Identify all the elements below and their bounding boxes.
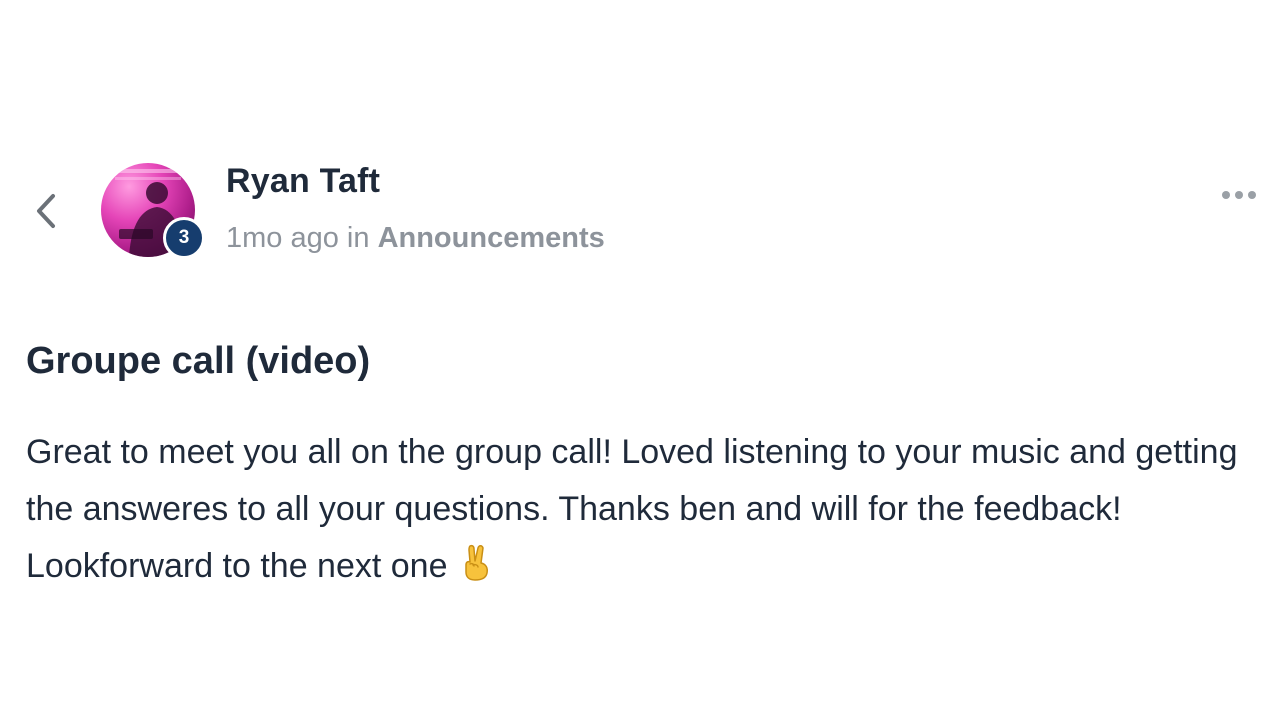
post-meta: 1mo ago in Announcements	[226, 222, 605, 255]
chevron-left-icon	[37, 194, 55, 228]
victory-hand-icon	[461, 542, 491, 599]
more-horizontal-icon	[1222, 191, 1230, 199]
post-time: 1mo ago	[226, 222, 339, 254]
meta-in-word: in	[346, 222, 370, 254]
category-link[interactable]: Announcements	[378, 222, 605, 254]
author-avatar-group[interactable]: 3	[101, 163, 211, 263]
back-button[interactable]	[28, 190, 64, 232]
post-title: Groupe call (video)	[26, 340, 371, 382]
author-name[interactable]: Ryan Taft	[226, 162, 380, 201]
post-body-text: Great to meet you all on the group call!…	[26, 433, 1238, 585]
more-options-button[interactable]	[1214, 178, 1264, 212]
post-detail-page: 3 Ryan Taft 1mo ago in Announcements Gro…	[0, 0, 1280, 720]
more-dot	[1248, 191, 1256, 199]
post-body: Great to meet you all on the group call!…	[26, 424, 1256, 599]
more-dot	[1235, 191, 1243, 199]
level-badge: 3	[163, 217, 205, 259]
